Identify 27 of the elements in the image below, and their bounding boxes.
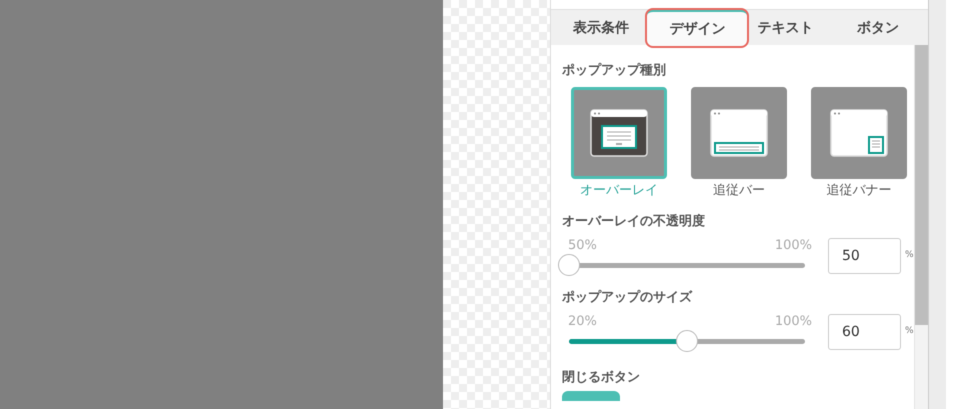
- option-label: 追従バナー: [826, 182, 892, 200]
- section-heading: ポップアップのサイズ: [562, 288, 694, 307]
- corner-banner-window-icon: [830, 108, 888, 156]
- slider-max-label: 100%: [774, 312, 812, 330]
- unit-label: %: [905, 248, 914, 262]
- unit-label: %: [905, 324, 914, 338]
- option-label: 追従バー: [713, 182, 765, 200]
- popup-type-option[interactable]: [571, 86, 667, 178]
- bottom-bar-window-icon: [710, 108, 768, 156]
- tab[interactable]: ボタン: [832, 12, 924, 44]
- slider-thumb[interactable]: [676, 330, 698, 352]
- scrollbar-thumb[interactable]: [915, 45, 928, 325]
- scrollbar[interactable]: [914, 45, 928, 409]
- option-label: オーバーレイ: [580, 182, 658, 200]
- slider-min-label: 50%: [568, 236, 597, 254]
- slider-max-label: 100%: [774, 236, 812, 254]
- slider-thumb[interactable]: [558, 254, 580, 276]
- slider-min-label: 20%: [568, 312, 597, 330]
- tab[interactable]: 表示条件: [555, 12, 648, 44]
- overlay-window-icon: [590, 108, 648, 156]
- section-heading: 閉じるボタン: [562, 369, 641, 387]
- tab[interactable]: デザイン: [647, 10, 748, 46]
- section-heading: オーバーレイの不透明度: [562, 212, 706, 231]
- section-heading: ポップアップ種別: [562, 62, 667, 80]
- value-field[interactable]: 60: [828, 314, 901, 350]
- value-field[interactable]: 50: [828, 238, 901, 274]
- toggle-switch[interactable]: [562, 390, 620, 400]
